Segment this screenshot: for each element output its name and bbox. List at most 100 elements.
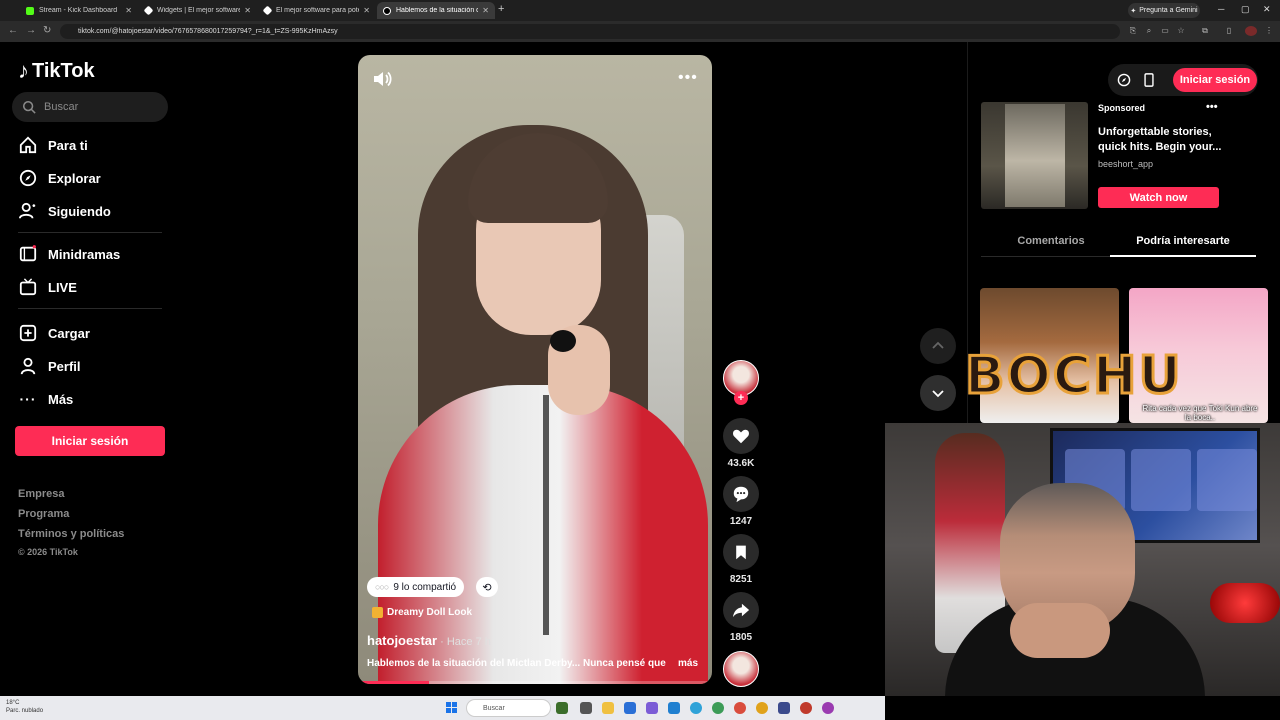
taskbar-app-icon[interactable]	[624, 702, 636, 714]
taskbar-app-icon[interactable]	[556, 702, 568, 714]
taskbar-app-icon[interactable]	[668, 702, 680, 714]
ad-thumbnail[interactable]	[981, 102, 1088, 209]
shared-avatars-icon: ○○○	[375, 582, 389, 592]
sidebar-item-minidramas[interactable]: Minidramas	[18, 243, 120, 265]
windows-start-icon[interactable]	[446, 702, 457, 713]
mobile-device-icon[interactable]	[1138, 69, 1160, 91]
widgets-favicon-icon	[143, 5, 154, 16]
browser-tab-software[interactable]: El mejor software para potenci ✕	[258, 2, 376, 19]
video-more-options-icon[interactable]: •••	[678, 69, 698, 87]
tab-title: Widgets | El mejor software pa	[157, 7, 241, 14]
close-tab-icon[interactable]: ✕	[125, 6, 132, 15]
footer-link-programa[interactable]: Programa	[18, 508, 69, 520]
new-tab-button[interactable]: +	[498, 3, 504, 15]
browser-tab-widgets[interactable]: Widgets | El mejor software pa ✕	[139, 2, 257, 19]
share-button[interactable]	[723, 592, 759, 628]
sidebar-login-button[interactable]: Iniciar sesión	[15, 426, 165, 456]
sidebar-item-mas[interactable]: ··· Más	[18, 388, 74, 410]
reload-icon[interactable]: ↻	[43, 25, 51, 36]
minimize-icon[interactable]: ─	[1218, 4, 1224, 14]
taskbar-app-icon[interactable]	[646, 702, 658, 714]
taskbar-app-icon[interactable]	[580, 702, 592, 714]
effect-tag[interactable]: Dreamy Doll Look	[372, 607, 472, 618]
taskbar-app-icon[interactable]	[778, 702, 790, 714]
shared-by-pill[interactable]: ○○○ 9 lo compartió	[367, 577, 465, 597]
ad-watch-now-button[interactable]: Watch now	[1098, 187, 1219, 208]
sidebar-item-live[interactable]: LIVE	[18, 276, 77, 298]
weather-widget[interactable]: 18°C Parc. nublado	[6, 699, 43, 715]
sidebar-item-explorar[interactable]: Explorar	[18, 167, 101, 189]
chrome-browser-icon[interactable]	[756, 702, 768, 714]
search-input[interactable]: Buscar	[12, 92, 168, 122]
save-action[interactable]: 8251	[723, 534, 759, 585]
upload-icon	[18, 323, 38, 343]
repost-icon[interactable]: ⟲	[476, 577, 498, 597]
tiktok-logo[interactable]: ♪ TikTok	[18, 58, 95, 84]
taskbar-app-icon[interactable]	[822, 702, 834, 714]
sidebar-item-cargar[interactable]: Cargar	[18, 322, 90, 344]
top-login-button[interactable]: Iniciar sesión	[1173, 68, 1257, 92]
caption-more-link[interactable]: más	[678, 658, 698, 669]
kick-favicon-icon	[26, 6, 34, 15]
comment-button[interactable]	[723, 476, 759, 512]
like-button[interactable]	[723, 418, 759, 454]
home-icon	[18, 135, 38, 155]
sidebar-item-para-ti[interactable]: Para ti	[18, 134, 88, 156]
video-author[interactable]: hatojoestar · Hace 7 h	[367, 633, 491, 648]
ad-handle[interactable]: beeshort_app	[1098, 159, 1153, 169]
url-bar[interactable]: tiktok.com/@hatojoestar/video/7676578680…	[60, 24, 1120, 39]
close-tab-icon[interactable]: ✕	[482, 6, 489, 15]
ad-more-options-icon[interactable]: •••	[1206, 101, 1218, 113]
video-player[interactable]: ••• ○○○ 9 lo compartió ⟲ Dreamy Doll Loo…	[358, 55, 712, 684]
sidebar-divider	[18, 232, 162, 233]
cast-icon[interactable]: ▭	[1160, 26, 1170, 36]
taskbar-search-input[interactable]: Buscar	[466, 699, 551, 717]
tab-comentarios[interactable]: Comentarios	[988, 235, 1114, 247]
close-tab-icon[interactable]: ✕	[244, 6, 251, 15]
gemini-button[interactable]: ✦ Pregunta a Gemini	[1128, 3, 1200, 18]
ad-title[interactable]: Unforgettable stories, quick hits. Begin…	[1098, 125, 1222, 155]
browser-tab-tiktok[interactable]: Hablemos de la situación d ✕	[377, 2, 495, 19]
menu-icon[interactable]: ⋮	[1264, 26, 1274, 36]
live-icon	[18, 277, 38, 297]
edge-browser-icon[interactable]	[690, 702, 702, 714]
browser-tab-bar: Stream - Kick Dashboard ✕ Widgets | El m…	[0, 0, 1280, 21]
back-icon[interactable]: ←	[8, 25, 18, 36]
copyright-text: © 2026 TikTok	[18, 547, 78, 557]
explore-compass-icon[interactable]	[1113, 69, 1135, 91]
share-action[interactable]: 1805	[723, 592, 759, 643]
sound-avatar[interactable]	[723, 651, 759, 687]
zoom-icon[interactable]: ⌕	[1144, 26, 1154, 36]
video-progress-bar[interactable]	[358, 681, 712, 684]
next-video-button[interactable]	[920, 375, 956, 411]
sidebar-item-perfil[interactable]: Perfil	[18, 355, 81, 377]
follow-plus-icon[interactable]: +	[734, 391, 748, 405]
comment-action[interactable]: 1247	[723, 476, 759, 527]
like-action[interactable]: 43.6K	[723, 418, 759, 469]
save-button[interactable]	[723, 534, 759, 570]
webcam-person-hands	[1010, 603, 1110, 658]
footer-link-empresa[interactable]: Empresa	[18, 488, 64, 500]
chrome-browser-icon[interactable]	[734, 702, 746, 714]
sidebar-item-siguiendo[interactable]: Siguiendo	[18, 200, 111, 222]
footer-link-terminos[interactable]: Términos y políticas	[18, 528, 124, 540]
file-explorer-icon[interactable]	[602, 702, 614, 714]
close-tab-icon[interactable]: ✕	[363, 6, 370, 15]
browser-tab-kick[interactable]: Stream - Kick Dashboard ✕	[20, 2, 138, 19]
maximize-icon[interactable]: ▢	[1241, 4, 1250, 15]
volume-icon[interactable]	[372, 69, 392, 89]
profile-avatar-icon[interactable]	[1245, 26, 1257, 36]
bookmark-star-icon[interactable]: ☆	[1176, 26, 1186, 36]
forward-icon[interactable]: →	[26, 25, 36, 36]
extensions-icon[interactable]: ⧉	[1200, 26, 1210, 36]
author-username[interactable]: hatojoestar	[367, 633, 437, 648]
close-window-icon[interactable]: ✕	[1263, 4, 1271, 15]
previous-video-button[interactable]	[920, 328, 956, 364]
taskbar-app-icon[interactable]	[800, 702, 812, 714]
sidebar-toggle-icon[interactable]: ▯	[1224, 26, 1234, 36]
video-frame-zipper	[543, 395, 549, 635]
tab-podria-interesarte[interactable]: Podría interesarte	[1120, 235, 1246, 247]
video-progress-fill	[358, 681, 429, 684]
taskbar-app-icon[interactable]	[712, 702, 724, 714]
translate-icon[interactable]: ⎘	[1128, 26, 1138, 36]
